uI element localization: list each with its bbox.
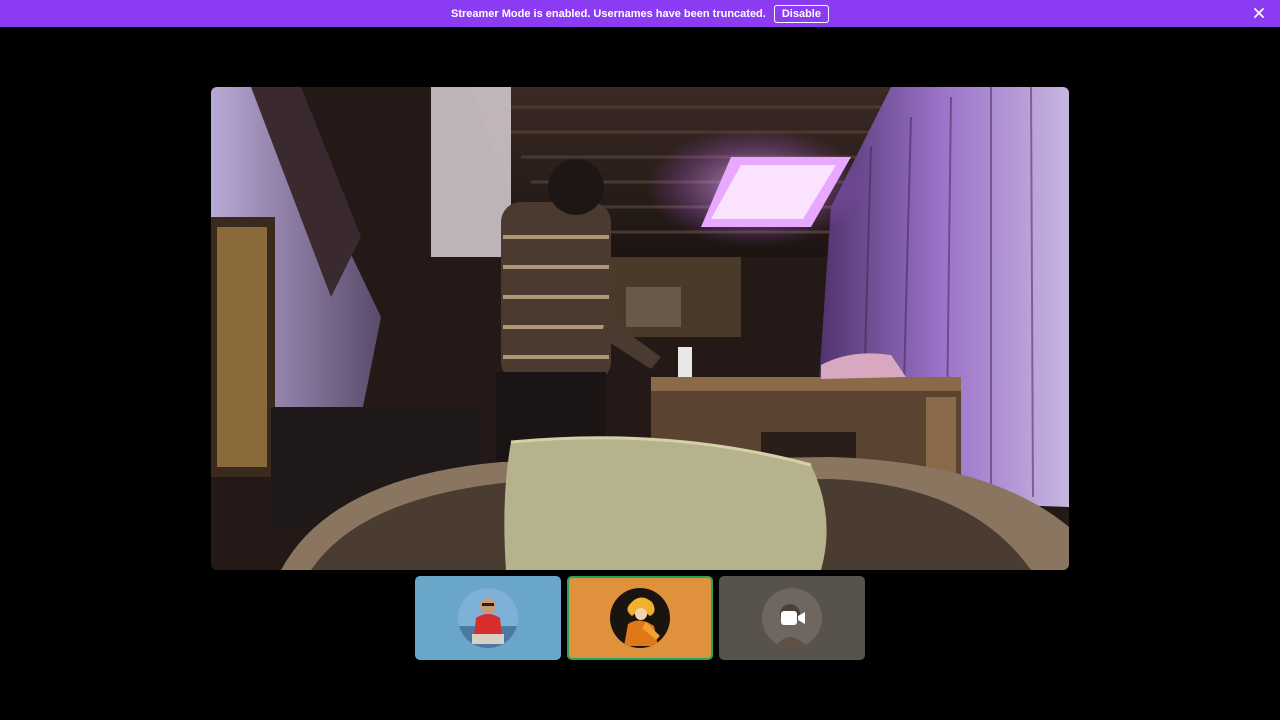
participant-tile[interactable] bbox=[415, 576, 561, 660]
close-icon[interactable] bbox=[1252, 6, 1266, 20]
main-video-stream[interactable] bbox=[211, 87, 1069, 570]
participant-tile-speaking[interactable] bbox=[567, 576, 713, 660]
streamer-mode-banner: Streamer Mode is enabled. Usernames have… bbox=[0, 0, 1280, 27]
participant-avatar bbox=[458, 588, 518, 648]
video-camera-icon bbox=[780, 608, 806, 628]
participant-avatar bbox=[610, 588, 670, 648]
participant-tile[interactable] bbox=[719, 576, 865, 660]
disable-streamer-mode-button[interactable]: Disable bbox=[773, 4, 829, 23]
streamer-mode-message: Streamer Mode is enabled. Usernames have… bbox=[451, 7, 766, 20]
participant-tiles bbox=[415, 576, 865, 660]
